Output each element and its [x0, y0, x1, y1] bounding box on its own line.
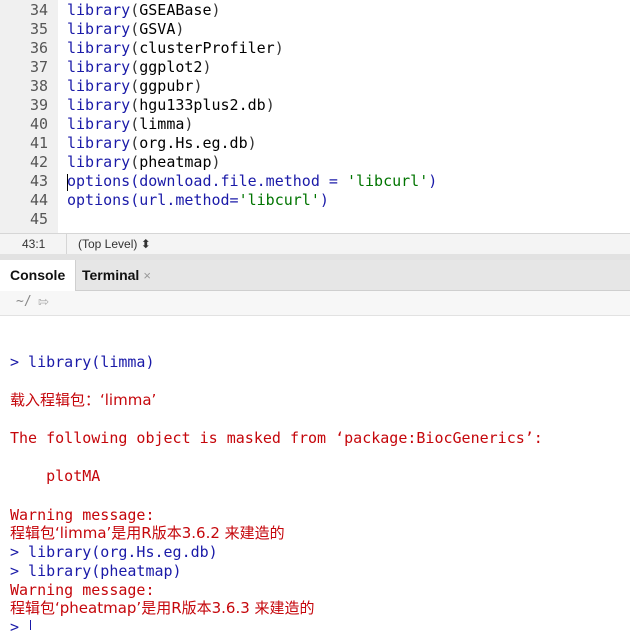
code-argument: ggplot2	[139, 58, 203, 76]
code-function: library	[67, 115, 131, 133]
console-tab-bar: Console Terminal ×	[0, 260, 630, 291]
code-paren: )	[211, 153, 221, 171]
tab-label: Terminal	[82, 267, 140, 283]
line-number: 35	[29, 20, 48, 38]
tab-console[interactable]: Console	[0, 260, 77, 291]
tab-terminal[interactable]: Terminal ×	[72, 260, 161, 290]
code-line[interactable]: library(pheatmap)	[67, 153, 221, 172]
code-function: library	[67, 1, 131, 19]
code-string: 'libcurl'	[238, 191, 320, 209]
code-paren: (	[130, 134, 140, 152]
console-input-line: > library(org.Hs.eg.db)	[10, 543, 218, 561]
line-number: 36	[29, 39, 48, 57]
code-line[interactable]: library(clusterProfiler)	[67, 39, 284, 58]
code-line[interactable]: library(ggpubr)	[67, 77, 202, 96]
code-function: library	[67, 20, 131, 38]
editor-status-bar: 43:1 (Top Level) ⬍	[0, 233, 630, 255]
line-number: 38	[29, 77, 48, 95]
console-message: plotMA	[10, 467, 101, 485]
code-function: library	[67, 39, 131, 57]
code-paren: )	[184, 115, 194, 133]
code-argument: org.Hs.eg.db	[139, 134, 248, 152]
code-argument: limma	[139, 115, 185, 133]
code-paren: (	[130, 58, 140, 76]
code-argument: GSVA	[139, 20, 176, 38]
code-line[interactable]: library(ggplot2)	[67, 58, 212, 77]
source-editor[interactable]: 34 library(GSEABase) 35 library(GSVA) 36 libr…	[0, 0, 630, 233]
code-paren: )	[202, 58, 212, 76]
code-token: options(download.file.method =	[67, 172, 347, 190]
code-token: )	[428, 172, 438, 190]
line-number: 44	[29, 191, 48, 209]
code-paren: (	[130, 77, 140, 95]
code-line[interactable]: library(GSVA)	[67, 20, 184, 39]
code-paren: )	[193, 77, 203, 95]
line-number: 42	[29, 153, 48, 171]
line-number: 39	[29, 96, 48, 114]
working-directory: ~/	[16, 294, 32, 309]
code-line[interactable]: options(url.method='libcurl')	[67, 191, 329, 210]
code-argument: pheatmap	[139, 153, 212, 171]
code-function: library	[67, 96, 131, 114]
code-argument: ggpubr	[139, 77, 194, 95]
code-line[interactable]: options(download.file.method = 'libcurl'…	[67, 172, 437, 191]
code-paren: (	[130, 115, 140, 133]
code-argument: hgu133plus2.db	[139, 96, 266, 114]
code-function: library	[67, 134, 131, 152]
status-divider	[66, 234, 67, 254]
code-argument: GSEABase	[139, 1, 212, 19]
code-line[interactable]: library(GSEABase)	[67, 1, 221, 20]
cursor-position: 43:1	[22, 237, 46, 251]
console-output[interactable]: > library(limma) 载入程辑包：‘limma’ The follo…	[0, 316, 630, 636]
tab-label: Console	[10, 267, 66, 283]
code-function: library	[67, 153, 131, 171]
code-paren: (	[130, 96, 140, 114]
line-number: 43	[29, 172, 48, 190]
line-number: 37	[29, 58, 48, 76]
code-paren: )	[211, 1, 221, 19]
line-number: 40	[29, 115, 48, 133]
console-warning: 程辑包‘pheatmap’是用R版本3.6.3 来建造的	[10, 599, 315, 617]
console-warning: 程辑包‘limma’是用R版本3.6.2 来建造的	[10, 524, 285, 542]
code-line[interactable]: library(org.Hs.eg.db)	[67, 134, 257, 153]
scope-dropdown[interactable]: (Top Level) ⬍	[78, 237, 151, 251]
code-token: options(url.method=	[67, 191, 239, 209]
go-to-directory-icon[interactable]: ⇰	[38, 294, 49, 310]
code-paren: (	[130, 20, 140, 38]
code-paren: (	[130, 1, 140, 19]
code-paren: )	[274, 39, 284, 57]
console-warning: Warning message:	[10, 581, 155, 599]
code-paren: )	[265, 96, 275, 114]
console-warning: Warning message:	[10, 506, 155, 524]
code-argument: clusterProfiler	[139, 39, 275, 57]
code-paren: )	[247, 134, 257, 152]
console-cursor	[30, 620, 31, 630]
text-cursor	[67, 174, 68, 191]
console-message: 载入程辑包：‘limma’	[10, 391, 157, 409]
line-number: 45	[29, 210, 48, 228]
code-paren: )	[175, 20, 185, 38]
console-input-line: > library(pheatmap)	[10, 562, 182, 580]
code-line[interactable]: library(limma)	[67, 115, 193, 134]
code-function: library	[67, 58, 131, 76]
code-token: )	[319, 191, 329, 209]
line-number: 34	[29, 1, 48, 19]
console-input-line: > library(limma)	[10, 353, 155, 371]
code-paren: (	[130, 39, 140, 57]
line-number: 41	[29, 134, 48, 152]
code-function: library	[67, 77, 131, 95]
console-toolbar: ~/ ⇰	[0, 291, 630, 316]
code-paren: (	[130, 153, 140, 171]
console-message: The following object is masked from ‘pac…	[10, 429, 543, 447]
code-line[interactable]: library(hgu133plus2.db)	[67, 96, 275, 115]
close-icon[interactable]: ×	[143, 268, 151, 283]
code-string: 'libcurl'	[346, 172, 429, 190]
